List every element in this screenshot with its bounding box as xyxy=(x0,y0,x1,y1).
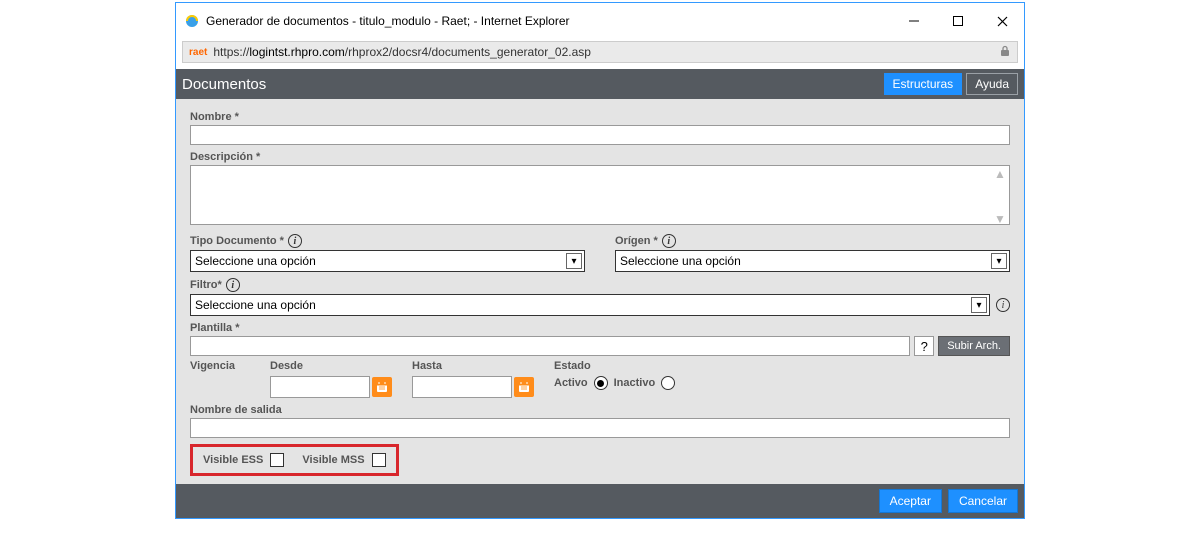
desde-label: Desde xyxy=(270,360,392,372)
chevron-down-icon: ▾ xyxy=(566,253,582,269)
calendar-icon[interactable] xyxy=(372,377,392,397)
plantilla-label: Plantilla * xyxy=(190,322,1010,334)
vigencia-label: Vigencia xyxy=(190,360,250,372)
page-title: Documentos xyxy=(182,76,266,93)
url-text: https://logintst.rhpro.com/rhprox2/docsr… xyxy=(213,45,999,59)
titlebar: Generador de documentos - titulo_modulo … xyxy=(176,3,1024,39)
hasta-input[interactable] xyxy=(412,376,512,398)
window-controls xyxy=(892,7,1024,35)
plantilla-input[interactable] xyxy=(190,336,910,356)
url-path: /rhprox2/docsr4/documents_generator_02.a… xyxy=(345,45,591,59)
cancelar-button[interactable]: Cancelar xyxy=(948,489,1018,513)
visible-ess-checkbox[interactable] xyxy=(270,453,284,467)
minimize-button[interactable] xyxy=(892,7,936,35)
url-protocol: https:// xyxy=(213,45,249,59)
origen-select[interactable]: Seleccione una opción ▾ xyxy=(615,250,1010,272)
info-icon[interactable]: i xyxy=(996,298,1010,312)
lock-icon xyxy=(999,45,1011,60)
aceptar-button[interactable]: Aceptar xyxy=(879,489,942,513)
maximize-button[interactable] xyxy=(936,7,980,35)
select-value: Seleccione una opción xyxy=(620,254,741,268)
inactivo-radio[interactable] xyxy=(661,376,675,390)
visibility-highlight: Visible ESS Visible MSS xyxy=(190,444,399,476)
nombre-input[interactable] xyxy=(190,125,1010,145)
visible-mss-label: Visible MSS xyxy=(302,454,364,466)
upload-button[interactable]: Subir Arch. xyxy=(938,336,1010,356)
chevron-down-icon: ▾ xyxy=(991,253,1007,269)
page-header: Documentos Estructuras Ayuda xyxy=(176,69,1024,99)
url-domain: logintst.rhpro.com xyxy=(249,45,344,59)
hasta-label: Hasta xyxy=(412,360,534,372)
origen-label: Orígen * i xyxy=(615,234,1010,248)
inactivo-label: Inactivo xyxy=(614,377,656,389)
activo-radio[interactable] xyxy=(594,376,608,390)
form-area: Nombre * Descripción * ▲▼ Tipo Documento… xyxy=(176,99,1024,484)
visible-mss-checkbox[interactable] xyxy=(372,453,386,467)
nombre-salida-label: Nombre de salida xyxy=(190,404,1010,416)
filtro-select[interactable]: Seleccione una opción ▾ xyxy=(190,294,990,316)
chevron-down-icon: ▾ xyxy=(971,297,987,313)
tipo-documento-label: Tipo Documento * i xyxy=(190,234,585,248)
descripcion-textarea[interactable] xyxy=(190,165,1010,225)
tipo-documento-select[interactable]: Seleccione una opción ▾ xyxy=(190,250,585,272)
select-value: Seleccione una opción xyxy=(195,298,316,312)
filtro-label-text: Filtro* xyxy=(190,279,222,291)
nombre-salida-input[interactable] xyxy=(190,418,1010,438)
descripcion-label: Descripción * xyxy=(190,151,1010,163)
site-favicon: raet xyxy=(189,47,207,58)
textarea-scroll-icon: ▲▼ xyxy=(994,167,1008,226)
info-icon[interactable]: i xyxy=(226,278,240,292)
window-title: Generador de documentos - titulo_modulo … xyxy=(206,14,892,28)
calendar-icon[interactable] xyxy=(514,377,534,397)
address-bar[interactable]: raet https://logintst.rhpro.com/rhprox2/… xyxy=(182,41,1018,63)
origen-label-text: Orígen * xyxy=(615,235,658,247)
app-window: Generador de documentos - titulo_modulo … xyxy=(175,2,1025,519)
select-value: Seleccione una opción xyxy=(195,254,316,268)
close-button[interactable] xyxy=(980,7,1024,35)
ayuda-button[interactable]: Ayuda xyxy=(966,73,1018,95)
desde-input[interactable] xyxy=(270,376,370,398)
visible-ess-label: Visible ESS xyxy=(203,454,263,466)
filtro-label: Filtro* i xyxy=(190,278,1010,292)
info-icon[interactable]: i xyxy=(662,234,676,248)
nombre-label: Nombre * xyxy=(190,111,1010,123)
help-button[interactable]: ? xyxy=(914,336,934,356)
info-icon[interactable]: i xyxy=(288,234,302,248)
tipo-documento-label-text: Tipo Documento * xyxy=(190,235,284,247)
activo-label: Activo xyxy=(554,377,588,389)
footer: Aceptar Cancelar xyxy=(176,484,1024,518)
estado-label: Estado xyxy=(554,360,1010,372)
estructuras-button[interactable]: Estructuras xyxy=(884,73,963,95)
ie-icon xyxy=(184,13,200,29)
